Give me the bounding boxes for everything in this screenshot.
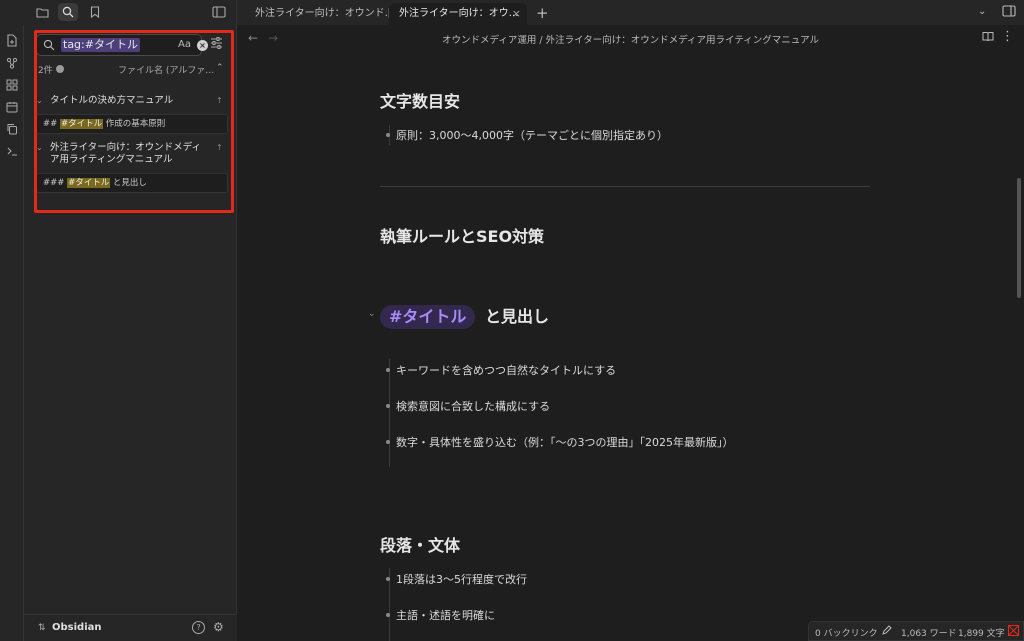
- match-prefix: ###: [43, 178, 68, 188]
- bullet: [386, 133, 390, 137]
- match-highlight: #タイトル: [59, 119, 104, 129]
- sidebar-header: [0, 0, 237, 25]
- arrow-up-icon: ↑: [216, 143, 223, 152]
- list-item-text: 原則：3,000〜4,000字（テーマごとに個別指定あり）: [396, 129, 668, 142]
- breadcrumb[interactable]: オウンドメディア運用 / 外注ライター向け：オウンドメディア用ライティングマニュ…: [237, 32, 1024, 46]
- list-item-text: 主語・述語を明確に: [396, 609, 495, 622]
- heading: 執筆ルールとSEO対策: [380, 227, 545, 246]
- bullet: [386, 613, 390, 617]
- search-icon: [43, 39, 55, 54]
- bullet: [386, 404, 390, 408]
- tab-bar: 外注ライター向け：オウンド… 外注ライター向け：オウ… × + ⌄: [237, 0, 1024, 25]
- sort-dropdown[interactable]: ファイル名 (アルファ…: [118, 63, 214, 76]
- editor-header: ← → オウンドメディア運用 / 外注ライター向け：オウンドメディア用ライティン…: [237, 25, 1024, 51]
- chevron-down-icon[interactable]: ⌄: [978, 6, 986, 17]
- bullet: [386, 440, 390, 444]
- search-icon[interactable]: [58, 3, 78, 21]
- backlink-count[interactable]: 0 バックリンク: [815, 626, 878, 639]
- list-item-text: 数字・具体性を盛り込む（例：「〜の3つの理由」「2025年最新版」）: [396, 436, 734, 449]
- result-file-name: 外注ライター向け：オウンドメディア用ライティングマニュアル: [50, 142, 201, 165]
- bookmark-icon[interactable]: [85, 3, 105, 21]
- copy-icon[interactable]: [4, 121, 20, 137]
- char-count: 1,899 文字: [958, 629, 1005, 639]
- heading-with-tag: ⌄ #タイトル と見出し: [368, 303, 550, 329]
- bullet: [386, 368, 390, 372]
- heading-text: と見出し: [485, 307, 550, 326]
- clear-icon[interactable]: ×: [197, 40, 208, 51]
- search-settings-icon[interactable]: [210, 37, 223, 52]
- list-item: 数字・具体性を盛り込む（例：「〜の3つの理由」「2025年最新版」）: [386, 434, 734, 450]
- list-item: キーワードを含めつつ自然なタイトルにする: [386, 362, 617, 378]
- result-file[interactable]: ⌄ 外注ライター向け：オウンドメディア用ライティングマニュアル ↑: [36, 142, 228, 166]
- right-sidebar-toggle-icon[interactable]: [1002, 5, 1016, 20]
- match-prefix: ##: [43, 119, 60, 129]
- search-pane: tag:#タイトル Aa × 2件 ファイル名 (アルファ… ⌃ ⌄ タイトルの…: [24, 25, 237, 641]
- result-count: 2件: [38, 66, 53, 76]
- tag[interactable]: #タイトル: [380, 305, 476, 329]
- list-item-text: 1段落は3〜5行程度で改行: [396, 573, 527, 586]
- tab-inactive[interactable]: 外注ライター向け：オウンド…: [245, 3, 388, 25]
- gear-icon[interactable]: ⚙: [213, 620, 224, 634]
- pencil-icon[interactable]: [882, 625, 892, 638]
- app-window: 外注ライター向け：オウンド… 外注ライター向け：オウ… × + ⌄ tag:#タ…: [0, 0, 1024, 641]
- list-item-text: キーワードを含めつつ自然なタイトルにする: [396, 364, 617, 377]
- ribbon: [0, 25, 24, 641]
- new-tab-button[interactable]: +: [536, 4, 549, 22]
- list-item: 検索意図に合致した構成にする: [386, 398, 551, 414]
- sort-chevron-icon[interactable]: ⌃: [216, 63, 224, 73]
- match-suffix: 作成の基本原則: [103, 119, 166, 129]
- arrow-up-icon: ↑: [216, 96, 223, 105]
- reading-view-icon[interactable]: [982, 31, 994, 45]
- list-item-text: 検索意図に合致した構成にする: [396, 400, 551, 413]
- match-suffix: と見出し: [110, 178, 147, 188]
- calendar-icon[interactable]: [4, 99, 20, 115]
- bullet: [386, 577, 390, 581]
- vault-bar: ⇅ Obsidian ? ⚙: [24, 614, 237, 641]
- terminal-icon[interactable]: [4, 143, 20, 159]
- editor: ← → オウンドメディア運用 / 外注ライター向け：オウンドメディア用ライティン…: [237, 25, 1024, 641]
- new-note-icon[interactable]: [4, 32, 20, 48]
- tab-active[interactable]: 外注ライター向け：オウ… ×: [389, 3, 527, 25]
- result-file-name: タイトルの決め方マニュアル: [50, 95, 174, 106]
- fold-chevron-icon[interactable]: ⌄: [368, 309, 376, 319]
- sync-status-icon[interactable]: [1008, 625, 1019, 639]
- list-item: 1段落は3〜5行程度で改行: [386, 571, 527, 587]
- scrollbar[interactable]: [1017, 178, 1021, 298]
- chevron-down-icon[interactable]: ⌄: [36, 142, 43, 154]
- more-options-icon[interactable]: ⋮: [1001, 29, 1014, 44]
- close-icon[interactable]: ×: [512, 3, 521, 25]
- search-input[interactable]: tag:#タイトル Aa ×: [36, 34, 208, 56]
- divider: [380, 186, 870, 187]
- folder-icon[interactable]: [32, 3, 52, 21]
- chevron-down-icon[interactable]: ⌄: [36, 95, 43, 107]
- word-count: 1,063 ワード: [901, 629, 957, 639]
- result-meta: 2件 ファイル名 (アルファ… ⌃: [38, 63, 228, 77]
- heading: 文字数目安: [380, 92, 461, 111]
- tab-label: 外注ライター向け：オウ…: [399, 8, 519, 19]
- search-match[interactable]: ### #タイトル と見出し: [36, 173, 228, 193]
- graph-view-icon[interactable]: [4, 55, 20, 71]
- globe-icon[interactable]: [56, 65, 64, 73]
- result-file[interactable]: ⌄ タイトルの決め方マニュアル ↑: [36, 95, 228, 107]
- search-query: tag:#タイトル: [61, 38, 140, 52]
- match-case-button[interactable]: Aa: [178, 39, 191, 50]
- tab-label: 外注ライター向け：オウンド…: [255, 8, 388, 19]
- heading: 段落・文体: [380, 536, 461, 555]
- vault-name[interactable]: Obsidian: [52, 622, 102, 633]
- status-bar: 0 バックリンク 1,063 ワード 1,899 文字: [808, 621, 1024, 641]
- search-match[interactable]: ## #タイトル 作成の基本原則: [36, 114, 228, 134]
- list-item: 主語・述語を明確に: [386, 607, 495, 623]
- vault-switch-icon[interactable]: ⇅: [38, 623, 46, 633]
- sidebar-toggle-icon[interactable]: [209, 3, 229, 21]
- indent-guide: [389, 359, 390, 467]
- canvas-icon[interactable]: [4, 77, 20, 93]
- list-item: 原則：3,000〜4,000字（テーマごとに個別指定あり）: [386, 127, 668, 143]
- help-icon[interactable]: ?: [192, 621, 205, 634]
- match-highlight: #タイトル: [67, 178, 111, 188]
